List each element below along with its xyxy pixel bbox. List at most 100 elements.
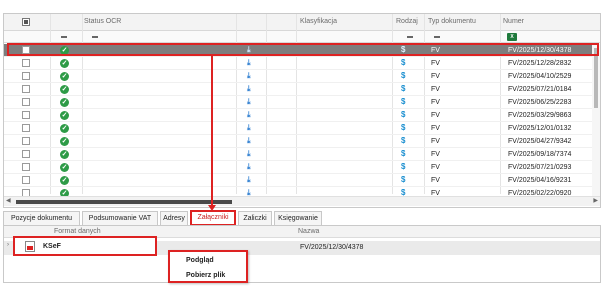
table-row[interactable]: ✓ ⤓ $ FV FV/2025/12/01/0132 bbox=[4, 122, 600, 135]
table-row[interactable]: ✓ ⤓ $ FV FV/2025/12/28/2832 bbox=[4, 57, 600, 70]
cell-typ-dokumentu: FV bbox=[431, 138, 440, 145]
download-icon[interactable]: ⤓ bbox=[247, 123, 251, 133]
check-circle-icon: ✓ bbox=[60, 98, 69, 107]
tab-ksiegowanie[interactable]: Księgowanie bbox=[274, 211, 322, 225]
row-checkbox[interactable] bbox=[22, 176, 30, 184]
download-icon[interactable]: ⤓ bbox=[247, 162, 251, 172]
vertical-scrollbar[interactable] bbox=[592, 44, 600, 196]
cell-typ-dokumentu: FV bbox=[431, 151, 440, 158]
grid-rows: ✓ ⤓ $ FV FV/2025/12/30/4378 ✓ ⤓ $ FV FV/2025/12/2… bbox=[4, 44, 600, 200]
cell-typ-dokumentu: FV bbox=[431, 125, 440, 132]
tab-pozycje-dokumentu[interactable]: Pozycje dokumentu bbox=[3, 211, 80, 225]
download-icon[interactable]: ⤓ bbox=[247, 110, 251, 120]
cell-typ-dokumentu: FV bbox=[431, 112, 440, 119]
detail-tabs: Pozycje dokumentu Podsumowanie VAT Adres… bbox=[3, 210, 601, 226]
cell-numer: FV/2025/12/01/0132 bbox=[508, 125, 572, 132]
select-all-checkbox[interactable] bbox=[22, 18, 30, 26]
download-icon[interactable]: ⤓ bbox=[247, 136, 251, 146]
tab-podsumowanie-vat[interactable]: Podsumowanie VAT bbox=[82, 211, 158, 225]
row-checkbox[interactable] bbox=[22, 124, 30, 132]
attachment-format-cell[interactable]: KSeF bbox=[13, 236, 157, 256]
row-checkbox[interactable] bbox=[22, 137, 30, 145]
dollar-icon: $ bbox=[401, 71, 406, 80]
row-checkbox[interactable] bbox=[22, 98, 30, 106]
scroll-left-icon[interactable]: ◀ bbox=[6, 197, 11, 204]
check-circle-icon: ✓ bbox=[60, 59, 69, 68]
download-icon[interactable]: ⤓ bbox=[247, 97, 251, 107]
filter-equals-icon[interactable] bbox=[61, 36, 67, 38]
filter-equals-icon[interactable] bbox=[92, 36, 98, 38]
download-icon[interactable]: ⤓ bbox=[247, 149, 251, 159]
header-status-ocr[interactable]: Status OCR bbox=[84, 18, 121, 25]
grid-header: Status OCR Klasyfikacja Rodzaj Typ dokum… bbox=[4, 14, 600, 31]
table-row[interactable]: ✓ ⤓ $ FV FV/2025/04/27/9342 bbox=[4, 135, 600, 148]
tab-adresy[interactable]: Adresy bbox=[160, 211, 188, 225]
filter-equals-icon[interactable] bbox=[407, 36, 413, 38]
cell-numer: FV/2025/07/21/0184 bbox=[508, 86, 572, 93]
excel-icon[interactable]: X bbox=[507, 33, 517, 41]
row-checkbox[interactable] bbox=[22, 150, 30, 158]
xml-file-icon bbox=[25, 241, 35, 252]
filter-equals-icon[interactable] bbox=[434, 36, 440, 38]
cell-numer: FV/2025/07/21/0293 bbox=[508, 164, 572, 171]
row-checkbox[interactable] bbox=[22, 85, 30, 93]
download-icon[interactable]: ⤓ bbox=[247, 175, 251, 185]
cell-numer: FV/2025/03/29/9863 bbox=[508, 112, 572, 119]
scroll-thumb[interactable] bbox=[16, 200, 232, 204]
table-row[interactable]: ✓ ⤓ $ FV FV/2025/07/21/0293 bbox=[4, 161, 600, 174]
scroll-right-icon[interactable]: ▶ bbox=[593, 197, 598, 204]
header-typ-dokumentu[interactable]: Typ dokumentu bbox=[428, 18, 476, 25]
header-rodzaj[interactable]: Rodzaj bbox=[396, 18, 418, 25]
cell-numer: FV/2025/09/18/7374 bbox=[508, 151, 572, 158]
dollar-icon: $ bbox=[401, 110, 406, 119]
header-numer[interactable]: Numer bbox=[503, 18, 524, 25]
check-circle-icon: ✓ bbox=[60, 137, 69, 146]
table-row[interactable]: ✓ ⤓ $ FV FV/2025/04/10/2529 bbox=[4, 70, 600, 83]
menu-item-podglad[interactable]: Podgląd bbox=[186, 257, 214, 264]
download-icon[interactable]: ⤓ bbox=[247, 58, 251, 68]
table-row[interactable]: ✓ ⤓ $ FV FV/2025/07/21/0184 bbox=[4, 83, 600, 96]
table-row[interactable]: ✓ ⤓ $ FV FV/2025/06/25/2283 bbox=[4, 96, 600, 109]
table-row[interactable]: ✓ ⤓ $ FV FV/2025/04/16/9231 bbox=[4, 174, 600, 187]
tab-zaliczki[interactable]: Zaliczki bbox=[238, 211, 272, 225]
cell-typ-dokumentu: FV bbox=[431, 86, 440, 93]
cell-typ-dokumentu: FV bbox=[431, 177, 440, 184]
check-circle-icon: ✓ bbox=[60, 124, 69, 133]
scroll-thumb[interactable] bbox=[594, 48, 598, 108]
dollar-icon: $ bbox=[401, 84, 406, 93]
filter-row: X bbox=[4, 31, 600, 43]
dollar-icon: $ bbox=[401, 123, 406, 132]
tab-zalaczniki[interactable]: Załączniki bbox=[190, 210, 236, 226]
dollar-icon: $ bbox=[401, 175, 406, 184]
cell-numer: FV/2025/06/25/2283 bbox=[508, 99, 572, 106]
row-checkbox[interactable] bbox=[22, 163, 30, 171]
check-circle-icon: ✓ bbox=[60, 85, 69, 94]
cell-typ-dokumentu: FV bbox=[431, 73, 440, 80]
dollar-icon: $ bbox=[401, 136, 406, 145]
table-row[interactable]: ✓ ⤓ $ FV FV/2025/09/18/7374 bbox=[4, 148, 600, 161]
row-checkbox[interactable] bbox=[22, 72, 30, 80]
cell-numer: FV/2025/12/28/2832 bbox=[508, 60, 572, 67]
cell-typ-dokumentu: FV bbox=[431, 164, 440, 171]
cell-numer: FV/2025/04/10/2529 bbox=[508, 73, 572, 80]
row-checkbox[interactable] bbox=[22, 111, 30, 119]
cell-typ-dokumentu: FV bbox=[431, 60, 440, 67]
row-checkbox[interactable] bbox=[22, 59, 30, 67]
selected-row-highlight bbox=[7, 43, 599, 56]
table-row[interactable]: ✓ ⤓ $ FV FV/2025/03/29/9863 bbox=[4, 109, 600, 122]
dollar-icon: $ bbox=[401, 97, 406, 106]
check-circle-icon: ✓ bbox=[60, 176, 69, 185]
cell-numer: FV/2025/04/27/9342 bbox=[508, 138, 572, 145]
header-format-danych[interactable]: Format danych bbox=[54, 228, 101, 235]
header-klasyfikacja[interactable]: Klasyfikacja bbox=[300, 18, 337, 25]
check-circle-icon: ✓ bbox=[60, 72, 69, 81]
download-icon[interactable]: ⤓ bbox=[247, 71, 251, 81]
dollar-icon: $ bbox=[401, 58, 406, 67]
cell-numer: FV/2025/04/16/9231 bbox=[508, 177, 572, 184]
annotation-arrow bbox=[211, 56, 213, 209]
horizontal-scrollbar[interactable]: ◀ ▶ bbox=[4, 196, 600, 206]
header-nazwa[interactable]: Nazwa bbox=[298, 228, 319, 235]
context-menu: Podgląd Pobierz plik bbox=[168, 250, 248, 283]
download-icon[interactable]: ⤓ bbox=[247, 84, 251, 94]
menu-item-pobierz-plik[interactable]: Pobierz plik bbox=[186, 272, 225, 279]
